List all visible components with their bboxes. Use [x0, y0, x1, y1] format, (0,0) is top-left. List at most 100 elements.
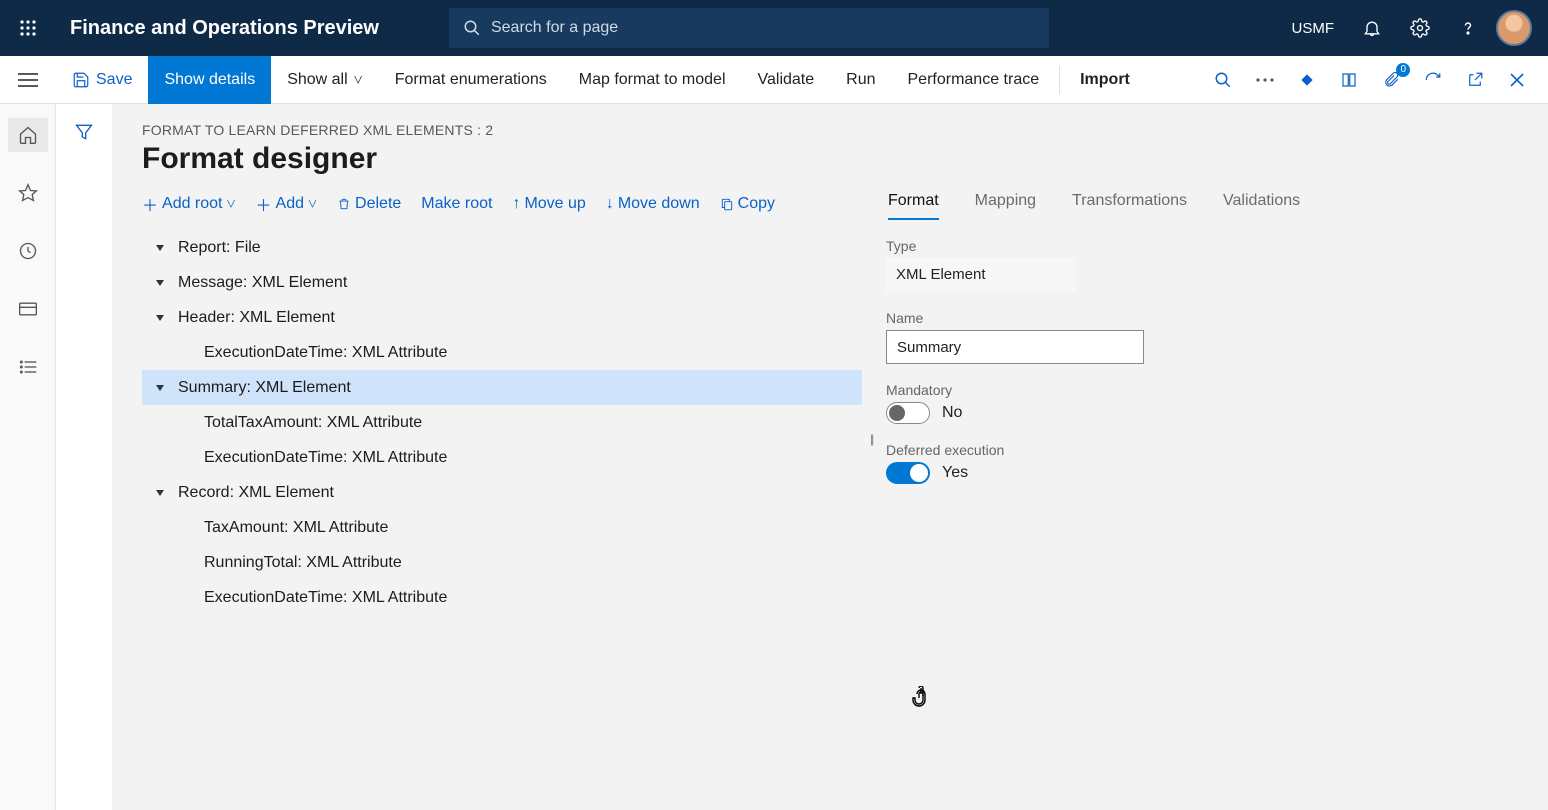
more-icon[interactable]	[1244, 59, 1286, 101]
chevron-down-icon: ˅	[354, 70, 363, 90]
bell-icon[interactable]	[1352, 8, 1392, 48]
tab-mapping[interactable]: Mapping	[975, 192, 1036, 220]
gear-icon[interactable]	[1400, 8, 1440, 48]
move-up-button[interactable]: ↑Move up	[512, 195, 585, 213]
tree-row[interactable]: ExecutionDateTime: XML Attribute	[142, 440, 862, 475]
tree-label: Header: XML Element	[178, 309, 335, 327]
left-rail	[0, 104, 56, 810]
rail-card-icon[interactable]	[8, 292, 48, 326]
make-root-button[interactable]: Make root	[421, 195, 492, 213]
page-title: Format designer	[142, 142, 1524, 176]
app-launcher-icon[interactable]	[0, 19, 56, 37]
attach-badge: 0	[1396, 63, 1410, 77]
tree-toolbar: ＋Add root ˅ ＋Add ˅ Delete Make root ↑Mov…	[142, 192, 862, 216]
tree-row[interactable]: TotalTaxAmount: XML Attribute	[142, 405, 862, 440]
show-all-button[interactable]: Show all ˅	[271, 56, 379, 104]
popout-icon[interactable]	[1454, 59, 1496, 101]
collapse-icon[interactable]	[152, 310, 168, 326]
map-format-button[interactable]: Map format to model	[563, 56, 742, 104]
chevron-down-icon: ˅	[227, 194, 236, 214]
add-button[interactable]: ＋Add ˅	[256, 192, 318, 216]
collapse-icon[interactable]	[152, 275, 168, 291]
collapse-icon[interactable]	[152, 485, 168, 501]
deferred-label: Deferred execution	[886, 442, 1524, 458]
tree-row[interactable]: Record: XML Element	[142, 475, 862, 510]
format-enumerations-button[interactable]: Format enumerations	[379, 56, 563, 104]
plus-icon: ＋	[256, 192, 272, 216]
tree-label: TotalTaxAmount: XML Attribute	[204, 414, 422, 432]
tree-label: Summary: XML Element	[178, 379, 351, 397]
tree-row[interactable]: TaxAmount: XML Attribute	[142, 510, 862, 545]
tree-row[interactable]: ExecutionDateTime: XML Attribute	[142, 335, 862, 370]
close-icon[interactable]	[1496, 59, 1538, 101]
type-field: XML Element	[886, 258, 1076, 292]
attach-icon[interactable]: 0	[1370, 59, 1412, 101]
top-bar: Finance and Operations Preview Search fo…	[0, 0, 1548, 56]
collapse-icon[interactable]	[152, 380, 168, 396]
rail-list-icon[interactable]	[8, 350, 48, 384]
refresh-icon[interactable]	[1412, 59, 1454, 101]
tab-validations[interactable]: Validations	[1223, 192, 1300, 220]
delete-button[interactable]: Delete	[337, 195, 401, 213]
tree-row[interactable]: RunningTotal: XML Attribute	[142, 545, 862, 580]
diamond-icon[interactable]	[1286, 59, 1328, 101]
tree-row[interactable]: Report: File	[142, 230, 862, 265]
splitter-handle[interactable]: ||	[870, 432, 872, 446]
tab-transformations[interactable]: Transformations	[1072, 192, 1187, 220]
tabs: Format Mapping Transformations Validatio…	[886, 192, 1524, 220]
main: FORMAT TO LEARN DEFERRED XML ELEMENTS : …	[0, 104, 1548, 810]
filter-icon[interactable]	[74, 122, 94, 810]
name-label: Name	[886, 310, 1524, 326]
help-icon[interactable]	[1448, 8, 1488, 48]
mandatory-value: No	[942, 404, 962, 422]
tab-format[interactable]: Format	[888, 192, 939, 220]
run-button[interactable]: Run	[830, 56, 891, 104]
name-field[interactable]	[886, 330, 1144, 364]
property-form: Type XML Element Name Mandatory No	[886, 238, 1524, 484]
validate-button[interactable]: Validate	[742, 56, 831, 104]
search-box[interactable]: Search for a page	[449, 8, 1049, 48]
rail-star-icon[interactable]	[8, 176, 48, 210]
mandatory-toggle[interactable]	[886, 402, 930, 424]
save-button[interactable]: Save	[56, 56, 148, 104]
avatar[interactable]	[1496, 10, 1532, 46]
rail-home-icon[interactable]	[8, 118, 48, 152]
tree-label: ExecutionDateTime: XML Attribute	[204, 589, 447, 607]
search-icon[interactable]	[1202, 59, 1244, 101]
tree-label: RunningTotal: XML Attribute	[204, 554, 402, 572]
collapse-icon[interactable]	[152, 240, 168, 256]
company-code[interactable]: USMF	[1282, 20, 1345, 37]
hamburger-icon[interactable]	[0, 73, 56, 87]
performance-trace-button[interactable]: Performance trace	[892, 56, 1056, 104]
app-title: Finance and Operations Preview	[56, 17, 379, 40]
plus-icon: ＋	[142, 192, 158, 216]
search-placeholder: Search for a page	[491, 19, 618, 37]
rail-clock-icon[interactable]	[8, 234, 48, 268]
cursor-icon	[910, 686, 932, 710]
tree: Report: File Message: XML Element Header: …	[142, 230, 862, 615]
mandatory-label: Mandatory	[886, 382, 1524, 398]
tree-row[interactable]: ExecutionDateTime: XML Attribute	[142, 580, 862, 615]
tree-row[interactable]: Message: XML Element	[142, 265, 862, 300]
chevron-down-icon: ˅	[308, 194, 317, 214]
breadcrumb: FORMAT TO LEARN DEFERRED XML ELEMENTS : …	[142, 122, 1524, 138]
tree-row[interactable]: Summary: XML Element	[142, 370, 862, 405]
tree-pane: ＋Add root ˅ ＋Add ˅ Delete Make root ↑Mov…	[142, 192, 862, 615]
tree-label: ExecutionDateTime: XML Attribute	[204, 449, 447, 467]
import-button[interactable]: Import	[1064, 56, 1146, 104]
action-bar: Save Show details Show all ˅ Format enum…	[0, 56, 1548, 104]
content: FORMAT TO LEARN DEFERRED XML ELEMENTS : …	[112, 104, 1548, 810]
show-details-button[interactable]: Show details	[148, 56, 271, 104]
arrow-up-icon: ↑	[512, 195, 520, 213]
tree-row[interactable]: Header: XML Element	[142, 300, 862, 335]
copy-button[interactable]: Copy	[720, 195, 775, 213]
tree-label: Record: XML Element	[178, 484, 334, 502]
type-label: Type	[886, 238, 1524, 254]
tree-label: Message: XML Element	[178, 274, 347, 292]
book-icon[interactable]	[1328, 59, 1370, 101]
tree-label: TaxAmount: XML Attribute	[204, 519, 388, 537]
deferred-toggle[interactable]	[886, 462, 930, 484]
filter-column	[56, 104, 112, 810]
move-down-button[interactable]: ↓Move down	[606, 195, 700, 213]
add-root-button[interactable]: ＋Add root ˅	[142, 192, 236, 216]
